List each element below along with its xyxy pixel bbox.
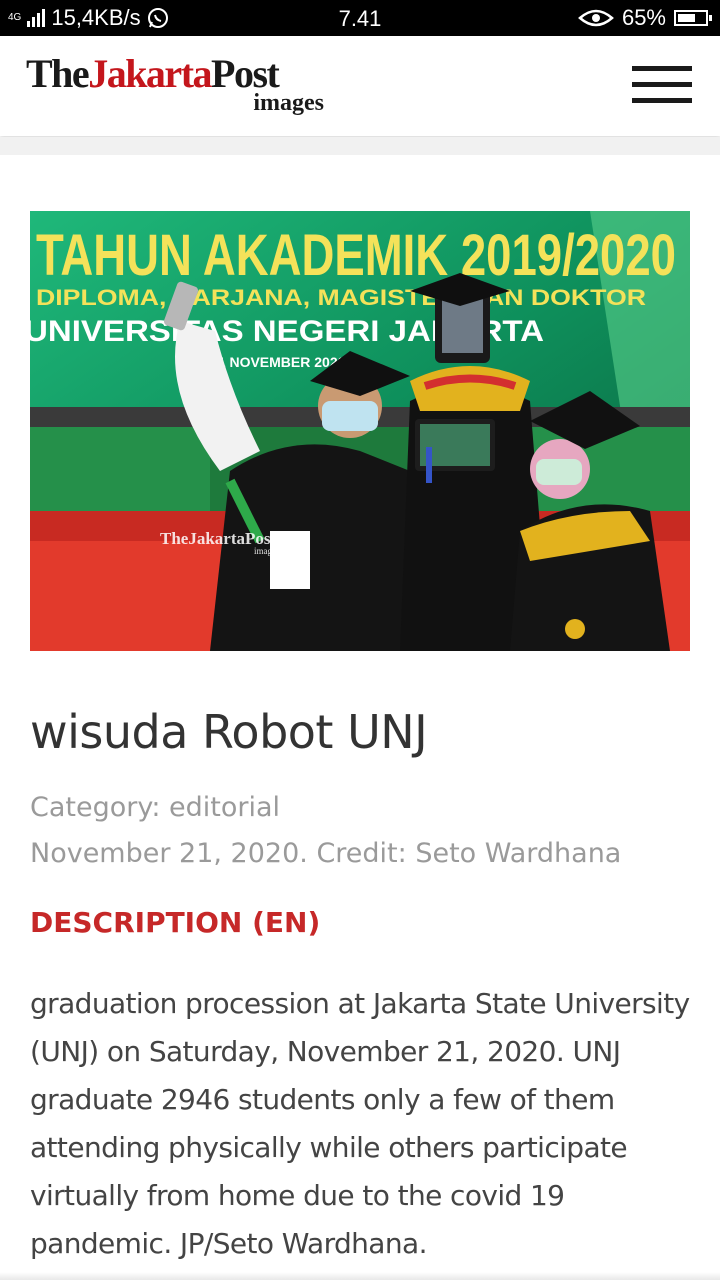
status-right: 65% bbox=[578, 5, 712, 31]
article-date-credit: November 21, 2020. Credit: Seto Wardhana bbox=[30, 838, 622, 869]
battery-percent: 65% bbox=[621, 5, 666, 30]
banner-line4: 21 NOVEMBER 2020 bbox=[210, 354, 346, 370]
bottom-edge bbox=[0, 1272, 720, 1280]
banner-line2: DIPLOMA, SARJANA, MAGISTER DAN DOKTOR bbox=[36, 285, 646, 310]
header-divider bbox=[0, 137, 720, 155]
site-logo[interactable]: TheJakartaPost images bbox=[26, 52, 326, 122]
article-category: Category: editorial bbox=[30, 792, 281, 823]
article-description: graduation procession at Jakarta State U… bbox=[30, 987, 690, 1260]
battery-icon bbox=[674, 10, 712, 26]
photo-watermark-sub: images bbox=[254, 546, 280, 556]
article-photo[interactable]: TAHUN AKADEMIK 2019/2020 DIPLOMA, SARJAN… bbox=[30, 211, 690, 651]
logo-sub: images bbox=[253, 90, 324, 116]
eye-icon bbox=[578, 9, 614, 27]
photo-illustration: TAHUN AKADEMIK 2019/2020 DIPLOMA, SARJAN… bbox=[30, 211, 690, 651]
status-bar: 4G 15,4KB/s 7.41 65% bbox=[0, 0, 720, 36]
article-title: wisuda Robot UNJ bbox=[30, 705, 428, 759]
description-heading: DESCRIPTION (EN) bbox=[30, 906, 321, 939]
battery-fill bbox=[678, 14, 695, 22]
hamburger-menu-icon[interactable] bbox=[632, 66, 692, 104]
site-header: TheJakartaPost images bbox=[0, 36, 720, 136]
banner-title: TAHUN AKADEMIK 2019/2020 bbox=[36, 223, 676, 288]
